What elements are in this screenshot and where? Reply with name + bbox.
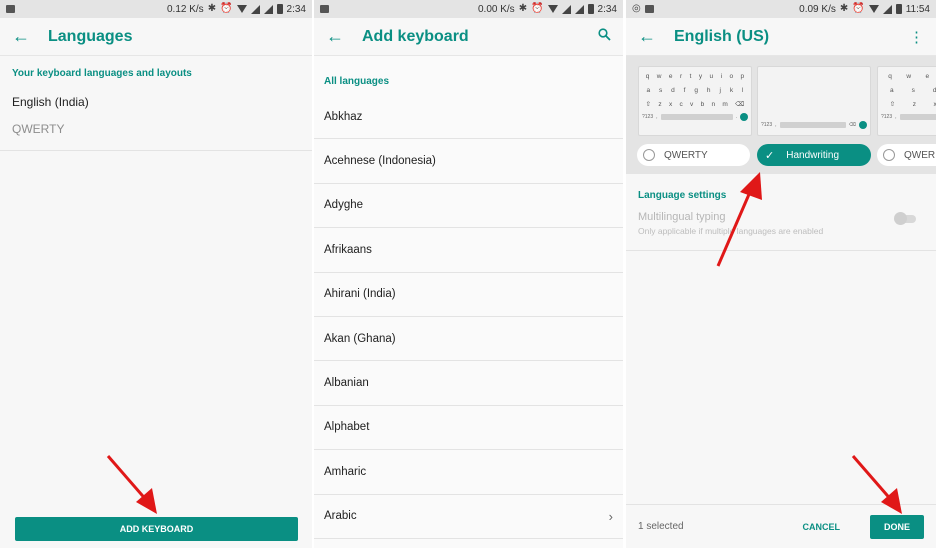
network-speed: 0.09 K/s (799, 3, 836, 15)
radio-button (883, 149, 895, 161)
search-icon[interactable] (598, 28, 611, 45)
wifi-icon (236, 5, 247, 13)
multilingual-typing-row[interactable]: Multilingual typing Only applicable if m… (626, 211, 936, 251)
keyboard-bottom-bar: ?123,. (642, 111, 748, 123)
signal-icon (263, 4, 273, 14)
language-item[interactable]: Ahirani (India) (314, 273, 623, 317)
signal-icon (250, 4, 260, 14)
toggle-knob (894, 212, 907, 225)
signal-icon (882, 4, 892, 14)
divider (0, 150, 312, 151)
keyboard-row: qwertyuiop (645, 72, 745, 80)
qwerty-keyboard-preview[interactable]: qwertyuiop asdfghjkl ⇧ z x c v b n m ⌫ ?123,. (638, 66, 752, 136)
alarm-icon: ⏰ (852, 3, 865, 14)
handwriting-keyboard-preview[interactable]: ?123, ⌫ (757, 66, 871, 136)
language-item[interactable]: Abkhaz (314, 95, 623, 140)
more-vert-icon[interactable]: ⋮ (909, 28, 924, 46)
back-arrow-icon[interactable]: ← (12, 26, 36, 47)
signal-icon (574, 4, 584, 14)
toggle-title: Multilingual typing (638, 211, 726, 223)
handwriting-area (761, 69, 867, 119)
bluetooth-icon: ✱ (839, 3, 849, 14)
page-title: English (US) (674, 27, 770, 45)
network-speed: 0.00 K/s (477, 3, 515, 15)
language-list: Abkhaz Acehnese (Indonesia) Adyghe Afrik… (314, 95, 623, 539)
keyboard-bottom-bar: ?123, (881, 111, 936, 123)
page-title: Add keyboard (362, 27, 469, 45)
bluetooth-icon: ✱ (518, 3, 528, 14)
layout-option-qwerty[interactable]: QWER (877, 144, 936, 166)
add-keyboard-button[interactable]: ADD KEYBOARD (15, 517, 298, 541)
layout-preview-carousel[interactable]: qwertyuiop asdfghjkl ⇧ z x c v b n m ⌫ ?123,. ?1… (626, 56, 936, 174)
language-item[interactable]: Amharic (314, 450, 623, 495)
language-item[interactable]: Adyghe (314, 184, 623, 229)
keyboard-row: qwerty (888, 72, 930, 80)
multilingual-toggle[interactable] (894, 212, 916, 225)
keyboard-bottom-bar: ?123, ⌫ (761, 119, 867, 131)
wifi-icon (868, 5, 879, 13)
language-item[interactable]: Arabic › (314, 495, 623, 539)
check-icon: ✓ (765, 149, 775, 162)
keyboard-row: asdfghjkl (646, 86, 744, 94)
selected-count: 1 selected (638, 521, 684, 532)
battery-icon (587, 4, 594, 14)
wifi-icon (547, 5, 558, 13)
add-keyboard-screen: 0.00 K/s ✱ ⏰ 2:34 ← Add keyboard All lan… (314, 0, 623, 548)
status-bar: 0.00 K/s ✱ ⏰ 2:34 (314, 0, 623, 18)
layout-option-handwriting[interactable]: ✓ Handwriting (757, 144, 871, 166)
layout-option-qwerty[interactable]: QWERTY (637, 144, 750, 166)
back-arrow-icon[interactable]: ← (638, 26, 662, 47)
section-header: All languages (324, 76, 390, 87)
clock: 2:34 (597, 3, 617, 15)
app-bar: ← Add keyboard (314, 18, 623, 56)
notification-icon: ◎ (632, 3, 641, 14)
bottom-action-bar: 1 selected CANCEL DONE (626, 504, 936, 548)
language-layout: QWERTY (12, 122, 65, 136)
language-item[interactable]: Afrikaans (314, 228, 623, 273)
language-name: English (India) (12, 95, 89, 109)
clock: 11:54 (905, 3, 930, 15)
status-bar: ◎ 0.09 K/s ✱ ⏰ 11:54 (626, 0, 936, 18)
toggle-subtitle: Only applicable if multiple languages ar… (638, 226, 824, 236)
keyboard-language-item[interactable]: English (India) QWERTY (0, 95, 312, 136)
image-notification-icon (320, 5, 329, 13)
language-item[interactable]: Albanian (314, 361, 623, 406)
section-header: Your keyboard languages and layouts (12, 68, 192, 79)
battery-icon (895, 4, 902, 14)
status-bar: 0.12 K/s ✱ ⏰ 2:34 (0, 0, 312, 18)
signal-icon (561, 4, 571, 14)
keyboard-row: ⇧ z x c v b n m ⌫ (645, 100, 745, 109)
app-bar: ← Languages (0, 18, 312, 56)
network-speed: 0.12 K/s (166, 3, 204, 15)
chevron-right-icon: › (608, 508, 613, 524)
done-button[interactable]: DONE (870, 514, 924, 539)
image-notification-icon (644, 5, 654, 13)
languages-screen: 0.12 K/s ✱ ⏰ 2:34 ← Languages Your keybo… (0, 0, 312, 548)
language-item[interactable]: Akan (Ghana) (314, 317, 623, 362)
keyboard-row: ⇧zxcv (889, 100, 936, 109)
language-item[interactable]: Alphabet (314, 406, 623, 451)
qwerty-keyboard-preview[interactable]: qwerty asdfg ⇧zxcv ?123, (877, 66, 936, 136)
language-item[interactable]: Acehnese (Indonesia) (314, 139, 623, 184)
battery-icon (276, 4, 283, 14)
page-title: Languages (48, 27, 133, 45)
image-notification-icon (6, 5, 15, 13)
keyboard-row: asdfg (890, 86, 936, 94)
radio-button (643, 149, 655, 161)
cancel-button[interactable]: CANCEL (803, 522, 841, 532)
english-us-screen: ◎ 0.09 K/s ✱ ⏰ 11:54 ← English (US) ⋮ qw… (626, 0, 936, 548)
back-arrow-icon[interactable]: ← (326, 26, 350, 47)
layout-selector: QWERTY ✓ Handwriting QWER (626, 144, 936, 168)
alarm-icon: ⏰ (531, 3, 544, 14)
alarm-icon: ⏰ (220, 3, 233, 14)
app-bar: ← English (US) ⋮ (626, 18, 936, 56)
bluetooth-icon: ✱ (207, 3, 217, 14)
section-header: Language settings (638, 190, 727, 201)
clock: 2:34 (286, 3, 306, 15)
